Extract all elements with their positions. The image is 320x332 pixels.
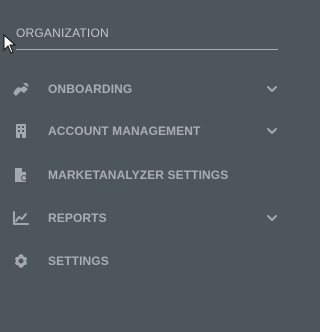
sidebar-item-marketanalyzer-settings[interactable]: MARKETANALYZER SETTINGS — [0, 160, 296, 190]
sidebar-item-onboarding[interactable]: ONBOARDING — [0, 74, 296, 104]
section-divider — [16, 49, 278, 50]
sidebar-item-label: REPORTS — [48, 211, 107, 225]
sidebar-item-account-management[interactable]: ACCOUNT MANAGEMENT — [0, 116, 296, 146]
handshake-icon — [13, 83, 29, 96]
section-header-organization: ORGANIZATION — [16, 26, 109, 40]
sidebar-item-label: ACCOUNT MANAGEMENT — [48, 124, 201, 138]
sidebar-item-label: SETTINGS — [48, 254, 109, 268]
chevron-down-icon[interactable] — [266, 212, 278, 224]
chevron-down-icon[interactable] — [266, 125, 278, 137]
sidebar-item-label: MARKETANALYZER SETTINGS — [48, 168, 229, 182]
file-gear-icon — [15, 168, 27, 182]
gear-icon — [15, 254, 27, 268]
chart-line-icon — [13, 211, 29, 225]
chevron-down-icon[interactable] — [266, 83, 278, 95]
sidebar-item-label: ONBOARDING — [48, 82, 133, 96]
sidebar: ORGANIZATION ONBOARDING ACCOUNT MANAGEME… — [0, 0, 296, 332]
mouse-cursor-icon — [3, 34, 17, 54]
building-icon — [16, 124, 26, 138]
sidebar-item-reports[interactable]: REPORTS — [0, 203, 296, 233]
sidebar-item-settings[interactable]: SETTINGS — [0, 246, 296, 276]
